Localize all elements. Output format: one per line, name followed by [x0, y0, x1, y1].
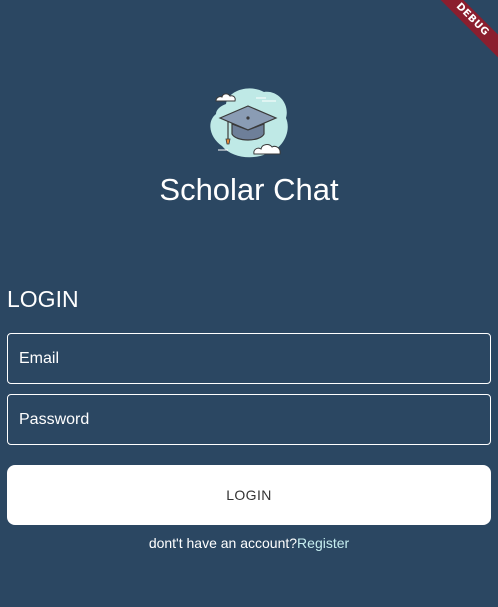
- password-input[interactable]: [8, 395, 490, 444]
- debug-banner-label: DEBUG: [430, 0, 498, 62]
- login-button[interactable]: LOGIN: [7, 465, 491, 525]
- register-prompt: dont't have an account?: [148, 535, 298, 551]
- debug-banner: DEBUG: [418, 0, 498, 80]
- login-heading: LOGIN: [7, 286, 79, 312]
- graduation-cap-logo-icon: [206, 84, 292, 160]
- email-input[interactable]: [8, 334, 490, 383]
- email-field[interactable]: [7, 333, 491, 384]
- login-screen: DEBUG Scholar Chat LOGIN Email LOGIN don…: [0, 0, 498, 607]
- register-link[interactable]: Register: [297, 535, 349, 551]
- register-row: dont't have an account?Register: [0, 535, 498, 551]
- app-title: Scholar Chat: [159, 172, 339, 207]
- password-field[interactable]: [7, 394, 491, 445]
